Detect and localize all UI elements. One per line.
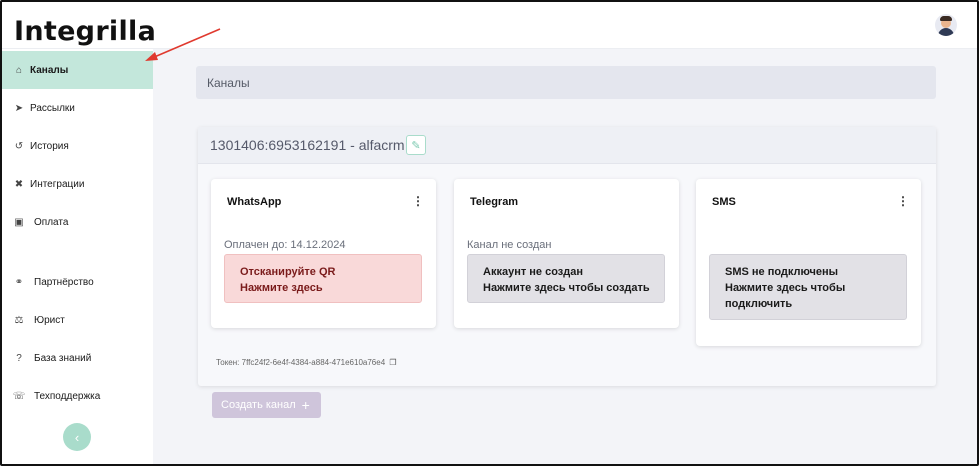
avatar-body (938, 28, 954, 36)
sidebar-item-label: Оплата (34, 216, 69, 228)
sidebar-item-mailings[interactable]: ➤ Рассылки (2, 89, 153, 127)
breadcrumb-label: Каналы (207, 76, 250, 90)
chevron-left-icon: ‹ (74, 429, 80, 445)
alert-line: Нажмите здесь чтобы создать (483, 282, 650, 294)
sidebar-item-integrations[interactable]: ✖ Интеграции (2, 165, 153, 203)
sms-card: SMS ⋮ SMS не подключены Нажмите здесь чт… (696, 179, 921, 346)
more-vertical-icon[interactable]: ⋮ (897, 194, 909, 208)
alert-line: Аккаунт не создан (483, 266, 583, 278)
sidebar-item-payment[interactable]: ▣ Оплата (2, 203, 153, 241)
sidebar: ⌂ Каналы ➤ Рассылки ↺ История ✖ Интеграц… (2, 49, 153, 464)
copy-icon[interactable]: ❐ (389, 358, 396, 367)
plus-icon: + (301, 397, 310, 413)
create-account-alert[interactable]: Аккаунт не создан Нажмите здесь чтобы со… (467, 254, 665, 303)
whatsapp-card: WhatsApp ⋮ Оплачен до: 14.12.2024 Отскан… (211, 179, 436, 328)
edit-channel-button[interactable]: ✎ (406, 135, 426, 155)
card-title: WhatsApp (227, 196, 282, 208)
question-icon: ? (16, 352, 22, 364)
channel-token: Токен: 7ffc24f2-6e4f-4384-a884-471e610a7… (216, 358, 397, 367)
user-avatar[interactable] (935, 14, 957, 36)
history-icon: ↺ (14, 140, 24, 152)
alert-line: Нажмите здесь (240, 282, 323, 294)
sidebar-item-knowledge-base[interactable]: ? База знаний (2, 339, 153, 377)
sidebar-item-history[interactable]: ↺ История (2, 127, 153, 165)
scales-icon: ⚖ (14, 314, 24, 326)
card-title: SMS (712, 196, 736, 208)
alert-line: Нажмите здесь чтобы (725, 282, 846, 294)
headset-icon: ☏ (12, 390, 26, 402)
sidebar-item-partnership[interactable]: ⚭ Партнёрство (2, 263, 153, 301)
sidebar-item-support[interactable]: ☏ Техподдержка (2, 377, 153, 415)
sidebar-item-label: История (30, 140, 69, 152)
channel-panel-header: 1301406:6953162191 - alfacrm ✎ (198, 127, 936, 164)
alert-line: Отсканируйте QR (240, 266, 336, 278)
payment-icon: ▣ (14, 216, 24, 228)
sidebar-item-label: Каналы (30, 64, 69, 76)
card-status: Канал не создан (467, 239, 552, 251)
sidebar-item-channels[interactable]: ⌂ Каналы (2, 51, 153, 89)
token-text: Токен: 7ffc24f2-6e4f-4384-a884-471e610a7… (216, 358, 386, 367)
home-icon: ⌂ (15, 64, 23, 76)
sidebar-item-label: База знаний (34, 352, 92, 364)
channel-name: 1301406:6953162191 - alfacrm (210, 137, 405, 153)
app-logo[interactable]: Integrilla (14, 16, 156, 47)
handshake-icon: ⚭ (14, 276, 24, 288)
tools-icon: ✖ (14, 178, 24, 190)
telegram-card: Telegram Канал не создан Аккаунт не созд… (454, 179, 679, 328)
connect-sms-alert[interactable]: SMS не подключены Нажмите здесь чтобы по… (709, 254, 907, 320)
avatar-hair (940, 16, 952, 21)
pencil-icon: ✎ (411, 139, 421, 152)
create-channel-label: Создать канал (221, 399, 296, 411)
sidebar-item-label: Юрист (34, 314, 65, 326)
sidebar-collapse-button[interactable]: ‹ (63, 423, 91, 451)
send-icon: ➤ (14, 102, 24, 114)
top-bar: Integrilla (2, 2, 977, 49)
breadcrumb: Каналы (196, 66, 936, 99)
app-window: Integrilla ⌂ Каналы ➤ Рассылки ↺ История… (0, 0, 979, 466)
create-channel-button[interactable]: Создать канал + (212, 392, 321, 418)
alert-line: подключить (725, 298, 793, 310)
channel-panel: 1301406:6953162191 - alfacrm ✎ WhatsApp … (198, 127, 936, 386)
sidebar-item-label: Интеграции (30, 178, 85, 190)
alert-line: SMS не подключены (725, 266, 839, 278)
card-title: Telegram (470, 196, 519, 208)
sidebar-item-lawyer[interactable]: ⚖ Юрист (2, 301, 153, 339)
card-status: Оплачен до: 14.12.2024 (224, 239, 346, 251)
sidebar-item-label: Партнёрство (34, 276, 94, 288)
more-vertical-icon[interactable]: ⋮ (412, 194, 424, 208)
scan-qr-alert[interactable]: Отсканируйте QR Нажмите здесь (224, 254, 422, 303)
sidebar-item-label: Рассылки (30, 102, 75, 114)
sidebar-item-label: Техподдержка (34, 390, 101, 402)
